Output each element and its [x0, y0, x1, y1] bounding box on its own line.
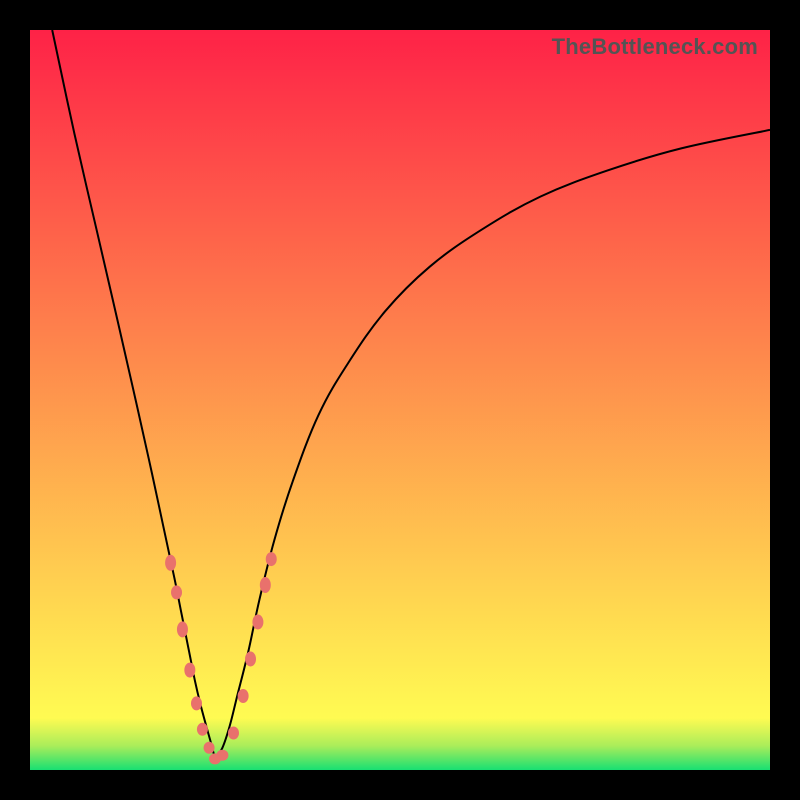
curve-right-branch [215, 130, 770, 759]
plot-area: TheBottleneck.com [30, 30, 770, 770]
valley-marker [197, 723, 208, 736]
valley-marker [252, 615, 263, 630]
valley-marker [245, 652, 256, 667]
curve-layer [30, 30, 770, 770]
valley-marker [204, 742, 215, 754]
valley-marker [260, 577, 271, 593]
valley-marker [216, 750, 228, 761]
valley-marker [228, 727, 239, 740]
valley-marker [165, 555, 176, 571]
chart-frame: TheBottleneck.com [0, 0, 800, 800]
valley-marker [191, 696, 202, 710]
valley-marker [238, 689, 249, 703]
watermark-text: TheBottleneck.com [552, 34, 758, 60]
valley-marker [177, 621, 188, 637]
valley-marker [171, 585, 182, 599]
curve-left-branch [52, 30, 215, 759]
valley-marker [266, 552, 277, 566]
valley-marker [184, 663, 195, 678]
